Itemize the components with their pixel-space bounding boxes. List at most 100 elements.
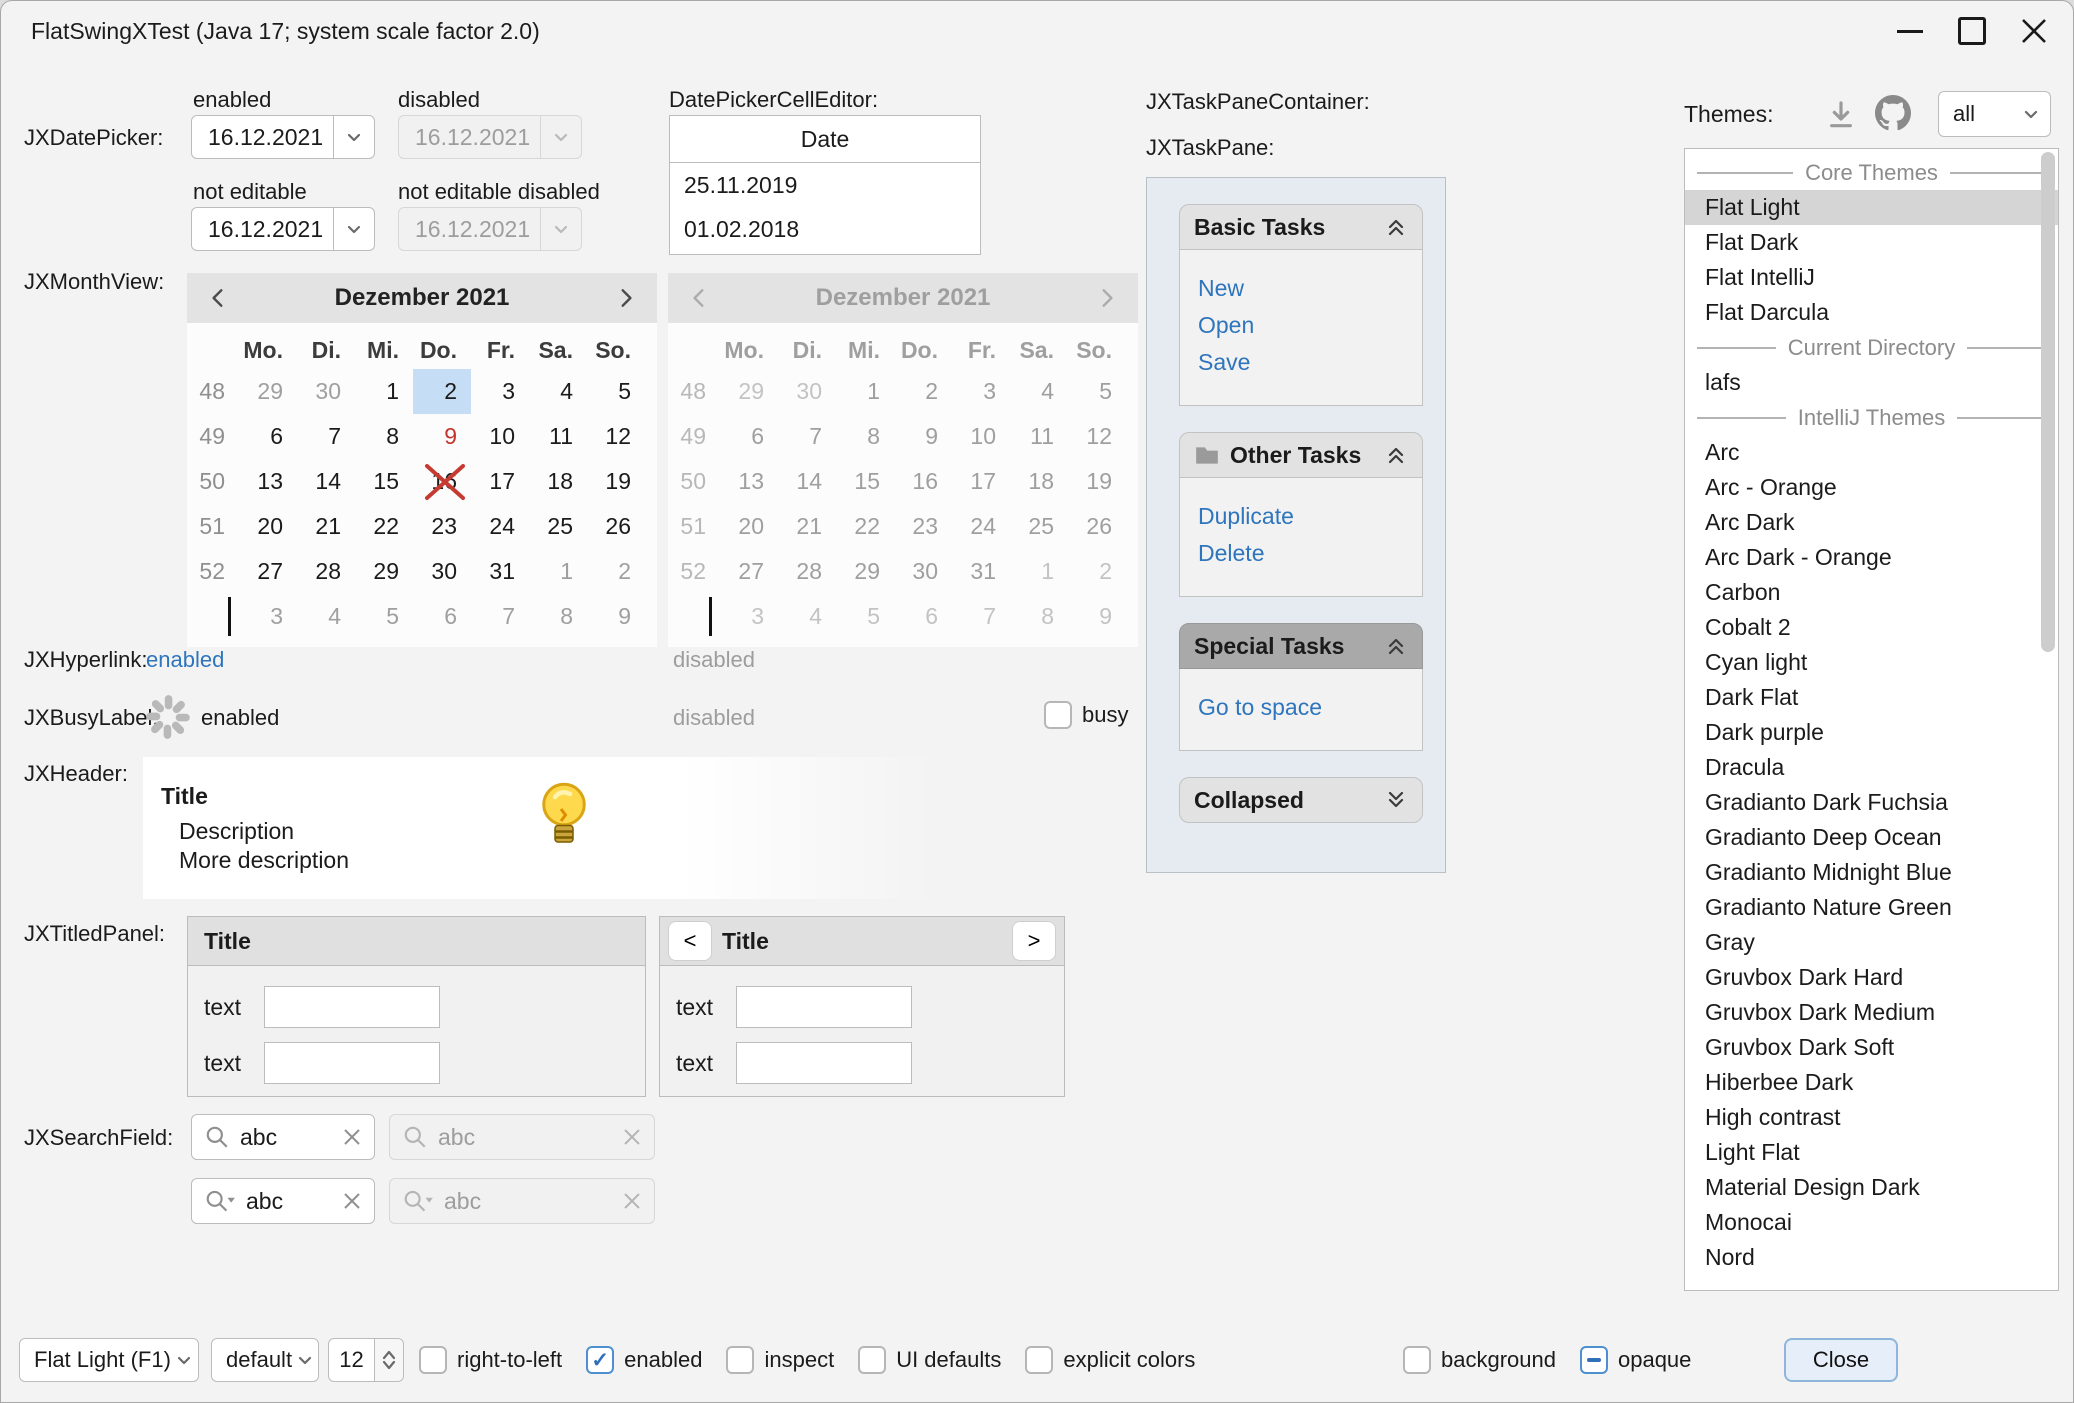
chevron-down-icon[interactable] [333, 208, 374, 250]
minimize-button[interactable] [1879, 1, 1941, 61]
titledpanel-next-button[interactable]: > [1012, 921, 1056, 961]
day-cell[interactable]: 6 [239, 414, 297, 459]
day-cell[interactable]: 29 [355, 549, 413, 594]
theme-item[interactable]: Gradianto Midnight Blue [1685, 855, 2058, 890]
day-cell[interactable]: 3 [471, 369, 529, 414]
font-size-spinner[interactable]: 12 [328, 1338, 404, 1382]
chevron-down-icon[interactable] [333, 116, 374, 158]
task-link-open[interactable]: Open [1180, 307, 1422, 344]
day-cell[interactable]: 4 [297, 594, 355, 639]
day-cell[interactable]: 29 [239, 369, 297, 414]
theme-item[interactable]: Gruvbox Dark Hard [1685, 960, 2058, 995]
day-cell[interactable]: 25 [529, 504, 587, 549]
checkbox-explicit-colors[interactable]: explicit colors [1025, 1346, 1195, 1374]
table-row[interactable]: 01.02.2018 [670, 207, 980, 251]
theme-item[interactable]: Arc Dark [1685, 505, 2058, 540]
theme-item[interactable]: Cobalt 2 [1685, 610, 2058, 645]
day-cell[interactable]: 2 [587, 549, 645, 594]
themes-filter-combo[interactable]: all [1938, 91, 2051, 137]
checkbox-ui-defaults[interactable]: UI defaults [858, 1346, 1001, 1374]
day-cell[interactable]: 9 [587, 594, 645, 639]
task-link-new[interactable]: New [1180, 270, 1422, 307]
clear-icon[interactable] [342, 1127, 362, 1147]
search-dropdown-icon[interactable] [204, 1188, 236, 1214]
day-cell[interactable]: 1 [529, 549, 587, 594]
titledpanel-prev-button[interactable]: < [668, 921, 712, 961]
datepicker-not-editable[interactable]: 16.12.2021 [191, 207, 375, 251]
taskpane-header-basic-tasks[interactable]: Basic Tasks [1179, 204, 1423, 250]
maximize-button[interactable] [1941, 1, 2003, 61]
text-field[interactable] [264, 986, 440, 1028]
theme-item[interactable]: Cyan light [1685, 645, 2058, 680]
day-cell[interactable]: 12 [587, 414, 645, 459]
day-cell[interactable]: 24 [471, 504, 529, 549]
chevron-double-up-icon[interactable] [1384, 634, 1408, 658]
theme-item[interactable]: Material Design Dark [1685, 1170, 2058, 1205]
datepicker-enabled[interactable]: 16.12.2021 [191, 115, 375, 159]
task-link-delete[interactable]: Delete [1180, 535, 1422, 572]
day-cell[interactable]: 15 [355, 459, 413, 504]
day-cell[interactable]: 23 [413, 504, 471, 549]
day-cell[interactable]: 5 [587, 369, 645, 414]
day-cell[interactable]: 18 [529, 459, 587, 504]
spinner-buttons[interactable] [374, 1339, 403, 1381]
task-link-save[interactable]: Save [1180, 344, 1422, 381]
next-month-button[interactable] [611, 287, 641, 309]
day-cell[interactable]: 8 [529, 594, 587, 639]
taskpane-header-special-tasks[interactable]: Special Tasks [1179, 623, 1423, 669]
day-cell[interactable]: 7 [297, 414, 355, 459]
theme-item[interactable]: Flat IntelliJ [1685, 260, 2058, 295]
day-cell[interactable]: 11 [529, 414, 587, 459]
theme-item[interactable]: Light Flat [1685, 1135, 2058, 1170]
checkbox-opaque[interactable]: opaque [1580, 1346, 1691, 1374]
theme-item[interactable]: Arc [1685, 435, 2058, 470]
day-cell[interactable]: 3 [239, 594, 297, 639]
day-cell[interactable]: 5 [355, 594, 413, 639]
checkbox-inspect[interactable]: inspect [726, 1346, 834, 1374]
text-field[interactable] [264, 1042, 440, 1084]
theme-item[interactable]: Gray [1685, 925, 2058, 960]
theme-item[interactable]: Carbon [1685, 575, 2058, 610]
theme-item[interactable]: Arc Dark - Orange [1685, 540, 2058, 575]
themes-list[interactable]: Core ThemesFlat LightFlat DarkFlat Intel… [1684, 148, 2059, 1291]
busy-checkbox[interactable]: busy [1044, 701, 1128, 729]
table-column-header[interactable]: Date [670, 116, 980, 163]
theme-item[interactable]: Dracula [1685, 750, 2058, 785]
day-cell[interactable]: 13 [239, 459, 297, 504]
day-cell[interactable]: 16 [413, 459, 471, 504]
day-cell[interactable]: 10 [471, 414, 529, 459]
day-cell[interactable]: 30 [297, 369, 355, 414]
download-icon[interactable] [1825, 99, 1857, 131]
theme-item[interactable]: Flat Light [1685, 190, 2058, 225]
checkbox-right-to-left[interactable]: right-to-left [419, 1346, 562, 1374]
theme-item[interactable]: Gradianto Dark Fuchsia [1685, 785, 2058, 820]
chevron-double-up-icon[interactable] [1384, 215, 1408, 239]
theme-item[interactable]: Gradianto Deep Ocean [1685, 820, 2058, 855]
chevron-double-up-icon[interactable] [1384, 443, 1408, 467]
search-input[interactable] [238, 1123, 334, 1152]
table-row[interactable]: 25.11.2019 [670, 163, 980, 207]
text-field[interactable] [736, 986, 912, 1028]
options-combo[interactable]: default [211, 1338, 319, 1382]
theme-item[interactable]: Flat Dark [1685, 225, 2058, 260]
hyperlink-enabled[interactable]: enabled [146, 647, 224, 673]
day-cell[interactable]: 17 [471, 459, 529, 504]
day-cell[interactable]: 2 [413, 369, 471, 414]
theme-item[interactable]: High contrast [1685, 1100, 2058, 1135]
chevron-double-down-icon[interactable] [1384, 788, 1408, 812]
searchfield-enabled[interactable] [191, 1114, 375, 1160]
day-cell[interactable]: 8 [355, 414, 413, 459]
day-cell[interactable]: 9 [413, 414, 471, 459]
task-link-duplicate[interactable]: Duplicate [1180, 498, 1422, 535]
laf-combo[interactable]: Flat Light (F1) [19, 1338, 199, 1382]
day-cell[interactable]: 1 [355, 369, 413, 414]
searchfield-dropdown-enabled[interactable] [191, 1178, 375, 1224]
taskpane-header-other-tasks[interactable]: Other Tasks [1179, 432, 1423, 478]
day-cell[interactable]: 22 [355, 504, 413, 549]
close-button[interactable]: Close [1784, 1338, 1898, 1382]
theme-item[interactable]: Arc - Orange [1685, 470, 2058, 505]
day-cell[interactable]: 20 [239, 504, 297, 549]
day-cell[interactable]: 19 [587, 459, 645, 504]
theme-item[interactable]: Dark Flat [1685, 680, 2058, 715]
day-cell[interactable]: 31 [471, 549, 529, 594]
